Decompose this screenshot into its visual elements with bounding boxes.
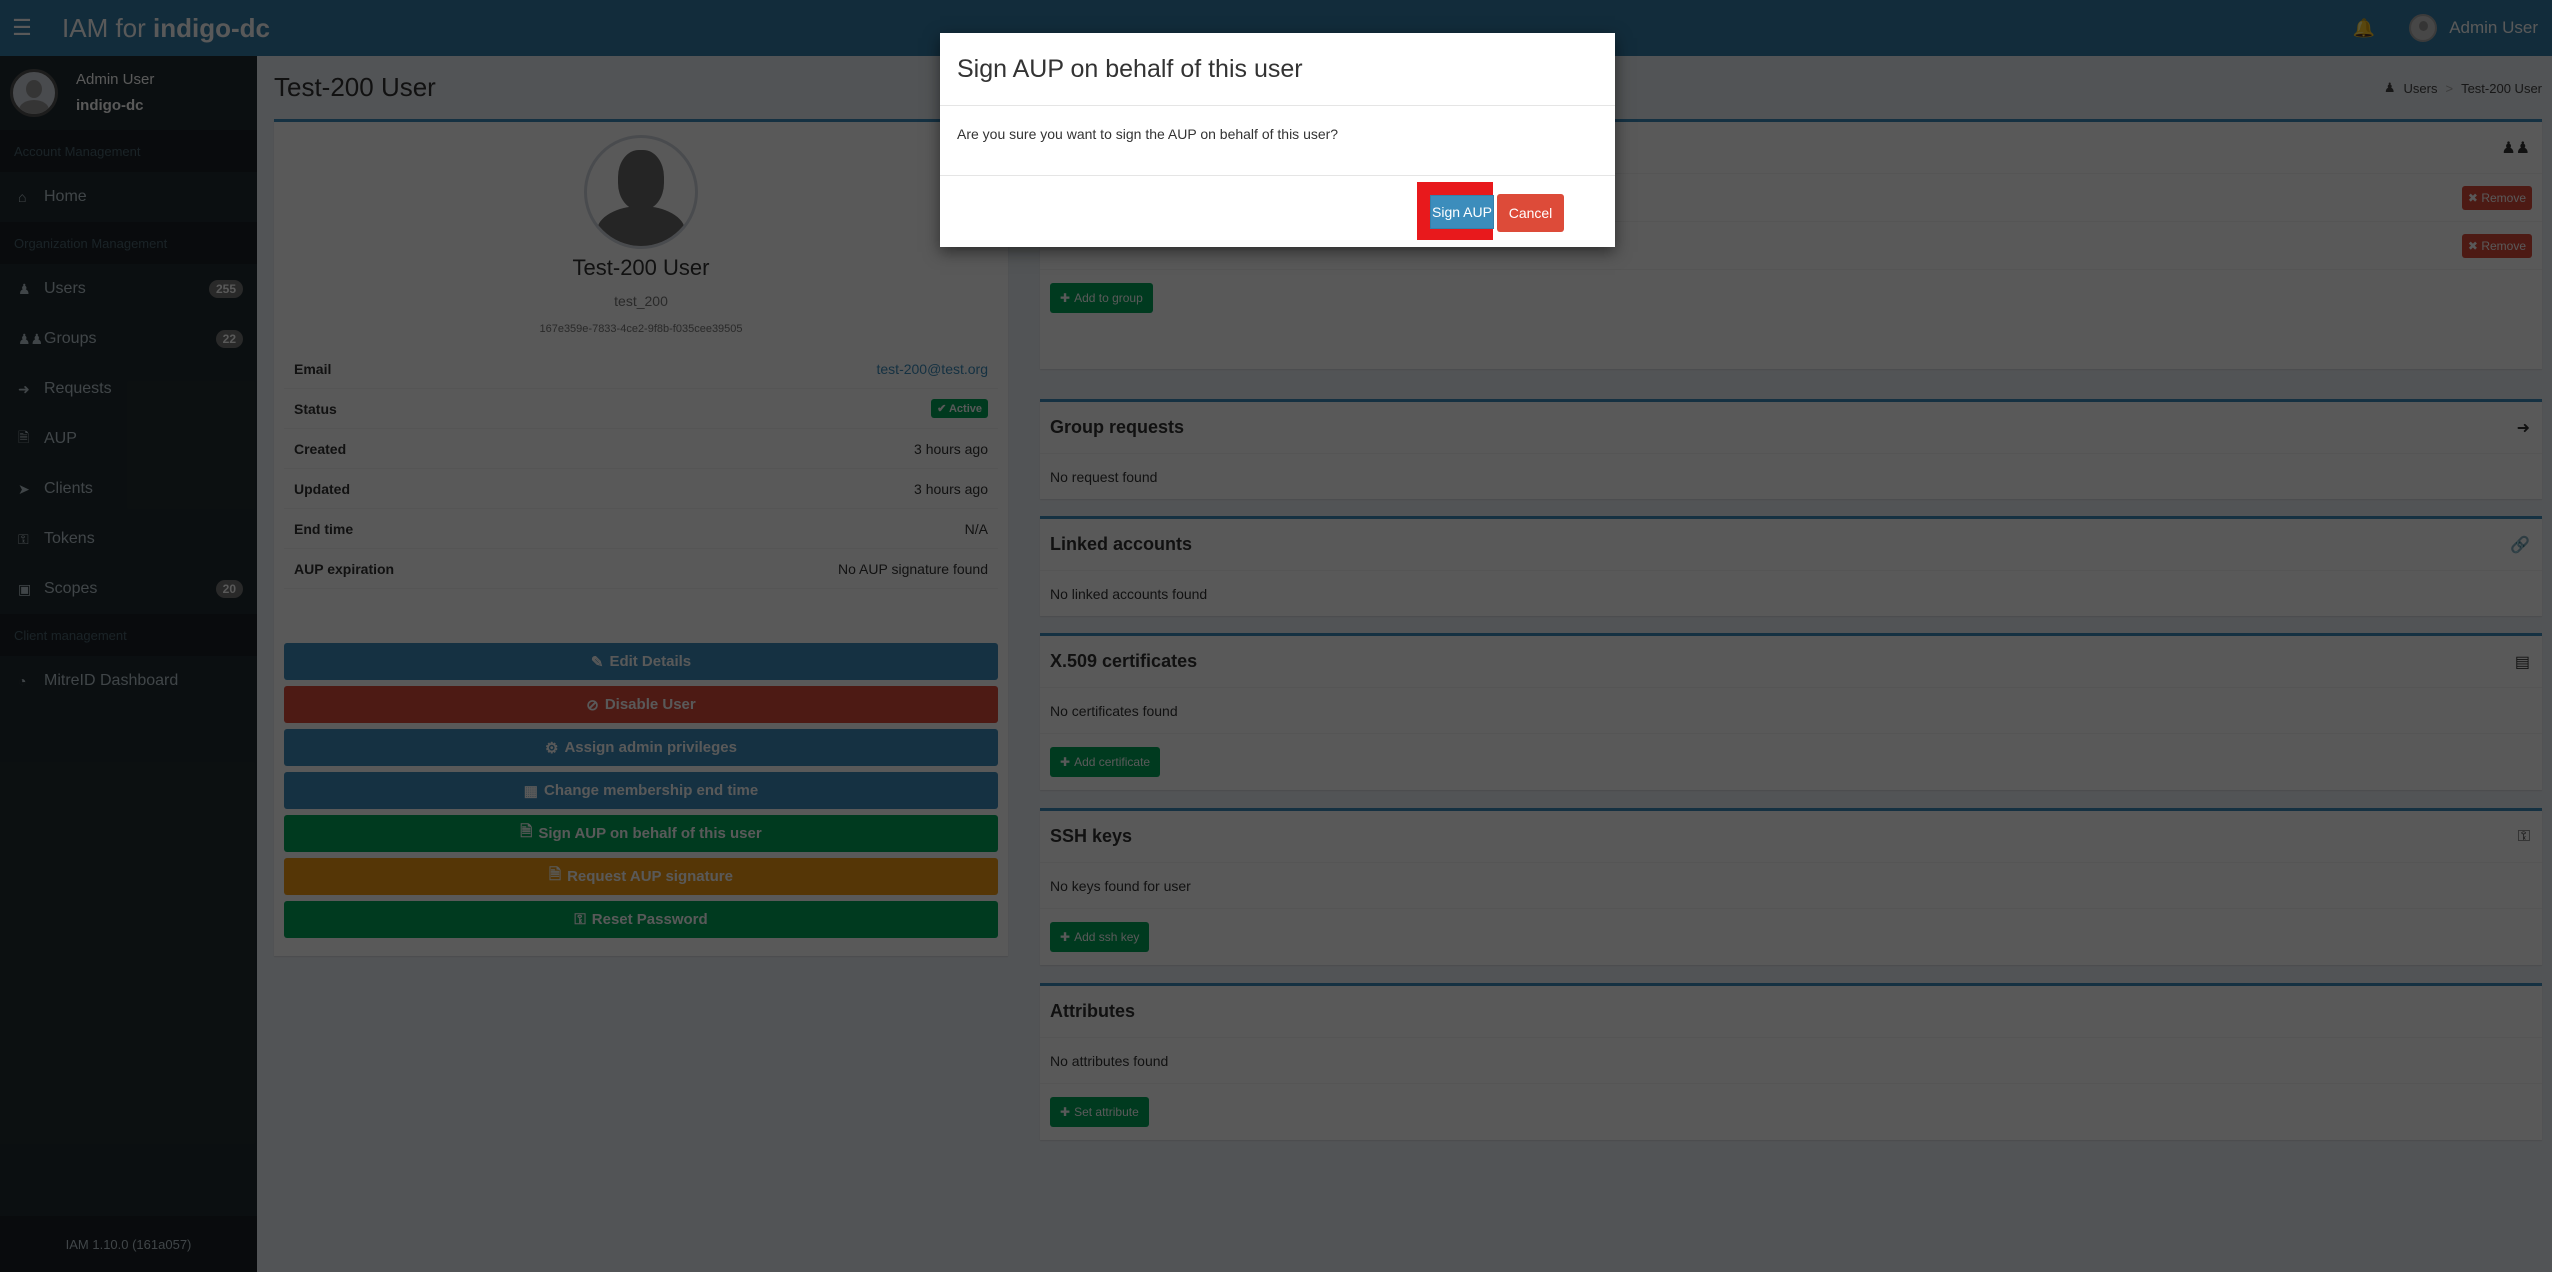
cancel-button[interactable]: Cancel bbox=[1497, 194, 1564, 232]
modal-title: Sign AUP on behalf of this user bbox=[940, 33, 1615, 106]
sign-aup-modal: Sign AUP on behalf of this user Are you … bbox=[940, 33, 1615, 247]
modal-body-text: Are you sure you want to sign the AUP on… bbox=[940, 106, 1615, 176]
sign-aup-confirm-button[interactable]: Sign AUP bbox=[1430, 195, 1494, 229]
modal-footer: Sign AUP Cancel bbox=[940, 176, 1615, 246]
